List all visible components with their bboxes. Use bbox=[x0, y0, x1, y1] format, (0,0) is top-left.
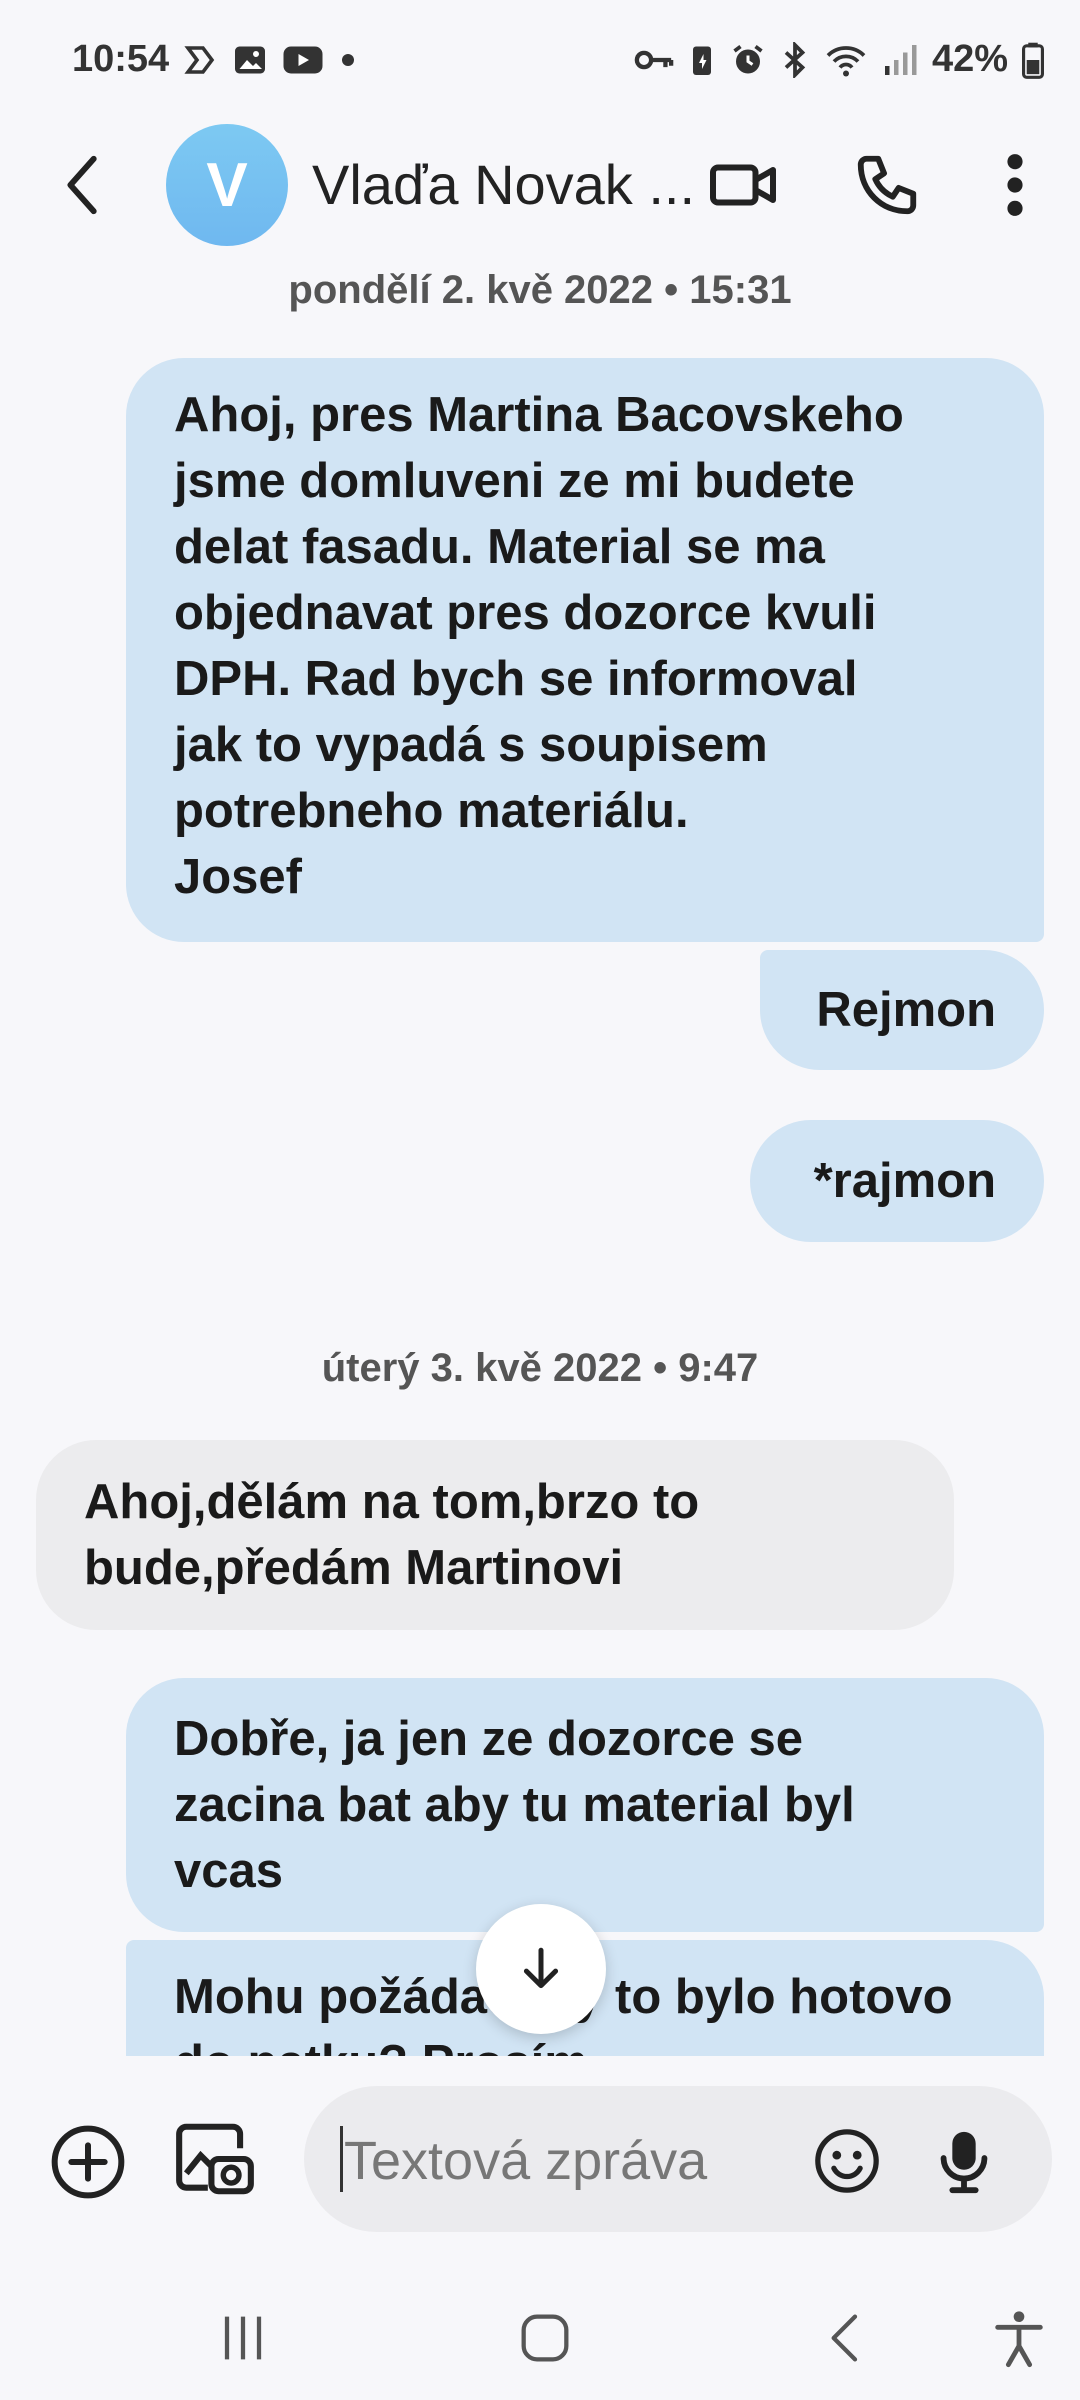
battery-saver-icon bbox=[692, 46, 711, 75]
message-bubble-outgoing[interactable]: Ahoj, pres Martina Bacovskeho jsme domlu… bbox=[126, 358, 1044, 942]
composer-bar: Textová zpráva bbox=[0, 2056, 1080, 2276]
message-line: jsme domluveni ze mi budete bbox=[174, 454, 855, 508]
message-bubble-outgoing[interactable]: *rajmon bbox=[750, 1120, 1044, 1242]
emoji-icon[interactable] bbox=[812, 2126, 882, 2196]
message-line: Dobře, ja jen ze dozorce se bbox=[174, 1712, 804, 1766]
bluetooth-icon bbox=[784, 41, 806, 78]
message-line: do patku? Prosím bbox=[174, 2030, 996, 2056]
message-bubble-outgoing[interactable]: Dobře, ja jen ze dozorce se zacina bat a… bbox=[126, 1678, 1044, 1932]
key-icon bbox=[634, 50, 674, 69]
message-bubble-outgoing[interactable]: Rejmon bbox=[760, 950, 1044, 1070]
nav-back-icon[interactable] bbox=[812, 2306, 882, 2370]
more-options-icon[interactable] bbox=[990, 150, 1040, 220]
home-icon[interactable] bbox=[510, 2306, 580, 2370]
gallery-icon bbox=[235, 46, 265, 74]
contact-name[interactable]: Vlaďa Novak ... bbox=[312, 152, 695, 217]
message-input[interactable]: Textová zpráva bbox=[304, 2086, 1052, 2232]
dot-icon bbox=[342, 54, 354, 66]
status-bar: 10:54 42% bbox=[0, 0, 1080, 120]
message-bubble-incoming[interactable]: Ahoj,dělám na tom,brzo to bude,předám Ma… bbox=[36, 1440, 954, 1630]
alarm-icon bbox=[733, 44, 763, 73]
date-separator: pondělí 2. kvě 2022 • 15:31 bbox=[288, 268, 792, 312]
threads-icon bbox=[184, 46, 215, 74]
message-line: jak to vypadá s soupisem bbox=[174, 718, 768, 772]
message-line: DPH. Rad bych se informoval bbox=[174, 652, 858, 706]
message-text: Rejmon bbox=[816, 983, 996, 1037]
message-line: potrebneho materiálu. bbox=[174, 784, 689, 838]
message-line: bude,předám Martinovi bbox=[84, 1541, 624, 1595]
gallery-camera-icon[interactable] bbox=[172, 2116, 258, 2202]
back-icon[interactable] bbox=[50, 150, 120, 220]
microphone-icon[interactable] bbox=[934, 2126, 994, 2196]
message-input-placeholder: Textová zpráva bbox=[344, 2131, 708, 2191]
battery-icon bbox=[1022, 42, 1044, 79]
video-call-icon[interactable] bbox=[708, 150, 778, 220]
phone-call-icon[interactable] bbox=[852, 150, 922, 220]
scroll-to-bottom-button[interactable] bbox=[476, 1904, 606, 2034]
message-line: vcas bbox=[174, 1844, 284, 1898]
message-text: *rajmon bbox=[813, 1154, 996, 1208]
battery-percent: 42% bbox=[931, 38, 1008, 80]
notification-icons bbox=[182, 42, 358, 78]
system-navigation-bar bbox=[0, 2276, 1080, 2400]
message-line: Ahoj,dělám na tom,brzo to bbox=[84, 1475, 700, 1529]
accessibility-icon[interactable] bbox=[984, 2306, 1054, 2370]
message-line: zacina bat aby tu material byl bbox=[174, 1778, 855, 1832]
recent-apps-icon[interactable] bbox=[208, 2306, 278, 2370]
arrow-down-icon bbox=[523, 1947, 559, 1989]
message-line: Ahoj, pres Martina Bacovskeho bbox=[174, 388, 904, 442]
youtube-icon bbox=[283, 46, 323, 74]
date-separator: úterý 3. kvě 2022 • 9:47 bbox=[321, 1346, 759, 1390]
add-attachment-icon[interactable] bbox=[48, 2122, 128, 2202]
status-time: 10:54 bbox=[72, 38, 170, 80]
wifi-icon bbox=[826, 45, 866, 76]
text-caret bbox=[340, 2126, 343, 2192]
message-line: Josef bbox=[174, 850, 303, 904]
contact-avatar[interactable]: V bbox=[166, 124, 288, 246]
message-line: objednavat pres dozorce kvuli bbox=[174, 586, 877, 640]
signal-icon bbox=[884, 44, 917, 75]
message-line: delat fasadu. Material se ma bbox=[174, 520, 825, 574]
conversation-header: V Vlaďa Novak ... bbox=[0, 120, 1080, 250]
system-icons: 42% bbox=[634, 38, 1044, 81]
message-list[interactable]: pondělí 2. kvě 2022 • 15:31 Ahoj, pres M… bbox=[0, 250, 1080, 2056]
